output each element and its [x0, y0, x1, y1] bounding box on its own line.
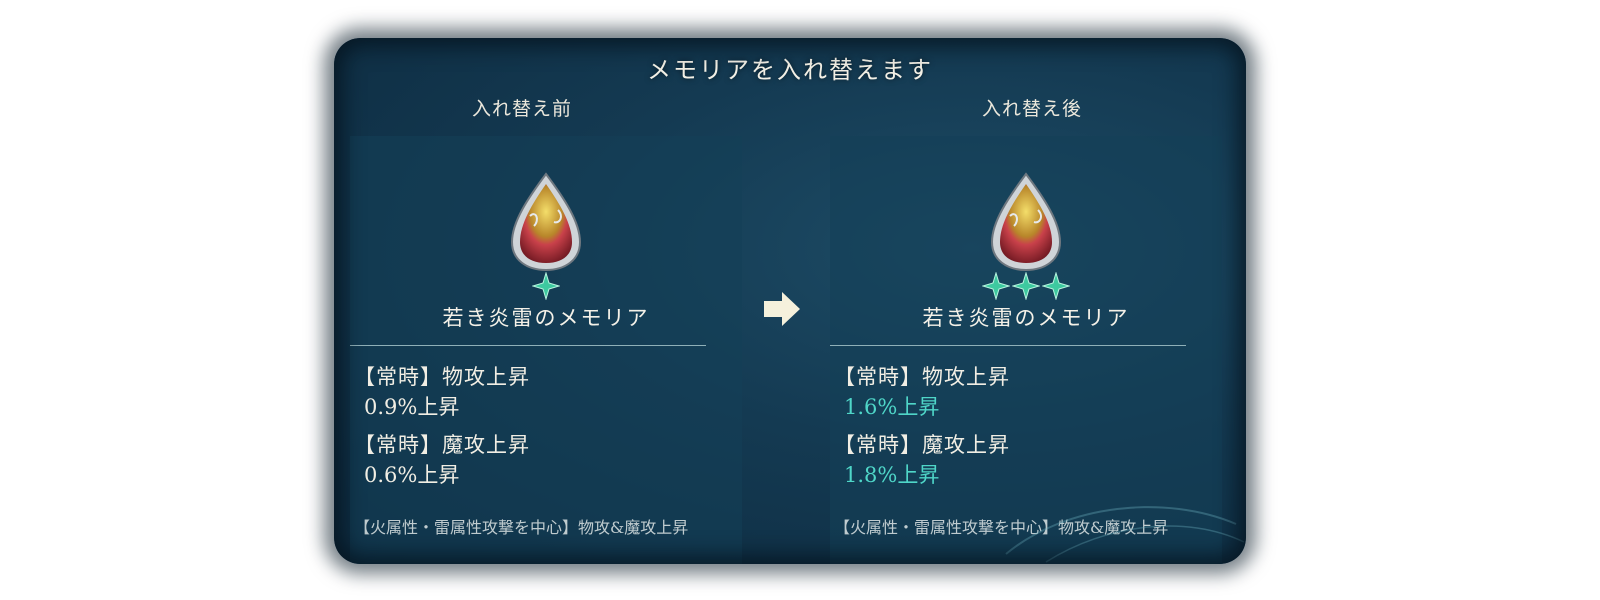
rarity-star-icon: [982, 272, 1010, 300]
effect-name: 【常時】物攻上昇: [354, 365, 530, 389]
before-memoria-name: 若き炎雷のメモリア: [442, 306, 650, 330]
rarity-star-icon: [1042, 272, 1070, 300]
after-stars: [830, 272, 1222, 300]
effect-item: 【常時】物攻上昇 1.6%上昇: [834, 362, 1222, 422]
effect-value: 0.9%上昇: [364, 395, 460, 419]
right-arrow-icon: [764, 292, 800, 326]
effect-name: 【常時】魔攻上昇: [354, 433, 530, 457]
before-divider: [350, 345, 706, 346]
before-panel: 若き炎雷のメモリア 【常時】物攻上昇 0.9%上昇 【常時】魔攻上昇 0.6%上…: [350, 136, 742, 564]
before-label: 入れ替え前: [471, 98, 572, 120]
dialog-title: メモリアを入れ替えます: [647, 56, 933, 84]
effect-item: 【常時】魔攻上昇 0.6%上昇: [354, 430, 742, 490]
memoria-swap-dialog: メモリアを入れ替えます 入れ替え前 入れ替え後 若き炎雷のメモリア 【常時】物攻…: [334, 38, 1246, 564]
effect-item: 【常時】物攻上昇 0.9%上昇: [354, 362, 742, 422]
before-cutoff-effect: 【火属性・雷属性攻撃を中心】物攻&魔攻上昇: [354, 518, 689, 537]
background-swirl: [1005, 506, 1245, 563]
after-label: 入れ替え後: [981, 98, 1082, 120]
before-effects: 【常時】物攻上昇 0.9%上昇 【常時】魔攻上昇 0.6%上昇: [354, 362, 742, 498]
effect-name: 【常時】物攻上昇: [834, 365, 1010, 389]
rarity-star-icon: [532, 272, 560, 300]
effect-value: 0.6%上昇: [364, 463, 460, 487]
rarity-star-icon: [1012, 272, 1040, 300]
memoria-pendant-icon: [510, 172, 582, 272]
after-divider: [830, 345, 1186, 346]
after-memoria-name: 若き炎雷のメモリア: [922, 306, 1130, 330]
before-stars: [350, 272, 742, 300]
memoria-pendant-icon: [990, 172, 1062, 272]
